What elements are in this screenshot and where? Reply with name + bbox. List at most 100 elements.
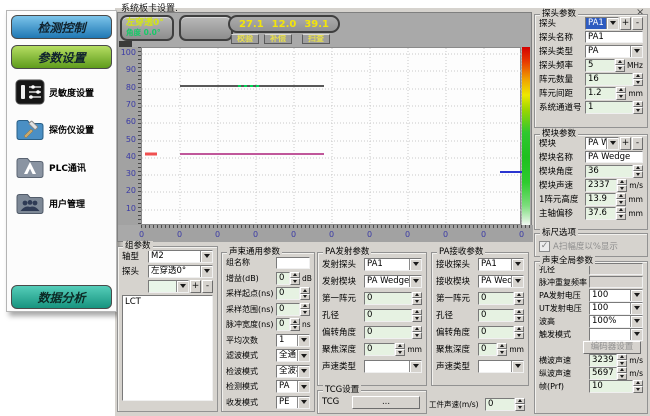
spin-down-icon[interactable] <box>514 315 524 322</box>
chevron-down-icon[interactable] <box>200 251 212 262</box>
spin-down-icon[interactable] <box>290 325 300 332</box>
chevron-down-icon[interactable] <box>511 259 523 270</box>
add-button[interactable]: + <box>620 17 631 30</box>
spin-down-icon[interactable] <box>633 386 643 393</box>
spinner-buttons[interactable] <box>615 59 625 72</box>
spinner-buttons[interactable] <box>290 272 300 285</box>
remove-button[interactable]: - <box>632 137 643 150</box>
element-pitch-stepper[interactable]: 1.2 <box>585 87 626 100</box>
spinner-buttons[interactable] <box>617 179 627 192</box>
gain-stepper[interactable]: 0 <box>276 272 300 285</box>
pa-voltage-dropdown[interactable]: 100 <box>589 289 643 302</box>
spin-down-icon[interactable] <box>633 79 643 86</box>
spinner-buttons[interactable] <box>514 292 524 305</box>
tx-aperture-stepper[interactable]: 0 <box>364 309 422 322</box>
ascan-percent-checkbox[interactable]: ✓ <box>539 241 550 252</box>
spin-down-icon[interactable] <box>615 65 625 72</box>
tx-velocity-type-dropdown[interactable] <box>364 360 422 373</box>
sidebar-detect-control-button[interactable]: 检测控制 <box>11 15 112 39</box>
spin-down-icon[interactable] <box>290 278 300 285</box>
spinner-buttons[interactable] <box>633 101 643 114</box>
spin-down-icon[interactable] <box>497 349 507 356</box>
ut-voltage-dropdown[interactable]: 100 <box>589 302 643 315</box>
spin-down-icon[interactable] <box>633 107 643 114</box>
sample-start-stepper[interactable]: 0 <box>276 287 310 300</box>
group-probe-dropdown[interactable]: 左穿透0° <box>148 265 213 278</box>
wedge-angle-stepper[interactable]: 36 <box>585 165 643 178</box>
remove-button[interactable]: - <box>632 17 643 30</box>
beam-mode-empty-button[interactable] <box>179 15 233 41</box>
spin-down-icon[interactable] <box>616 213 626 220</box>
spinner-buttons[interactable] <box>300 287 310 300</box>
spin-down-icon[interactable] <box>616 93 626 100</box>
sidebar-item-sensitivity[interactable]: 灵敏度设置 <box>15 77 115 107</box>
rx-deflect-angle-stepper[interactable]: 0 <box>478 326 524 339</box>
chevron-down-icon[interactable] <box>511 361 523 372</box>
chevron-down-icon[interactable] <box>511 276 523 287</box>
spin-down-icon[interactable] <box>617 185 627 192</box>
tx-first-element-stepper[interactable]: 0 <box>364 292 422 305</box>
rectify-mode-dropdown[interactable]: 全波检波 <box>276 365 310 378</box>
workpiece-velocity-stepper[interactable]: 0 <box>485 398 525 411</box>
shear-velocity-stepper[interactable]: 3239 <box>589 354 627 367</box>
tcg-button[interactable]: ... <box>352 396 420 409</box>
encoder-settings-button[interactable]: 编码器设置 <box>583 341 641 354</box>
chevron-down-icon[interactable] <box>630 290 642 301</box>
rx-focus-depth-stepper[interactable]: 0 <box>478 343 507 356</box>
calibrate-button[interactable]: 校验 <box>231 34 259 44</box>
spinner-buttons[interactable] <box>395 343 405 356</box>
group-extra-dropdown[interactable] <box>148 280 189 293</box>
average-count-dropdown[interactable]: 1 <box>276 334 310 347</box>
add-button[interactable]: + <box>190 280 201 293</box>
rx-probe-dropdown[interactable]: PA1 <box>478 258 524 271</box>
spinner-buttons[interactable] <box>633 73 643 86</box>
chevron-down-icon[interactable] <box>409 259 421 270</box>
frame-prf-stepper[interactable]: 10 <box>589 380 643 393</box>
chevron-down-icon[interactable] <box>297 397 309 408</box>
rx-first-element-stepper[interactable]: 0 <box>478 292 524 305</box>
spinner-buttons[interactable] <box>616 193 626 206</box>
probe-type-dropdown[interactable]: PA <box>585 45 643 58</box>
chevron-down-icon[interactable] <box>606 18 618 29</box>
test-mode-dropdown[interactable]: PA <box>276 380 310 393</box>
chevron-down-icon[interactable] <box>409 361 421 372</box>
group-name-input[interactable] <box>276 257 310 269</box>
spin-down-icon[interactable] <box>300 309 310 316</box>
spinner-buttons[interactable] <box>412 309 422 322</box>
chevron-down-icon[interactable] <box>297 335 309 346</box>
spinner-buttons[interactable] <box>633 165 643 178</box>
probe-select-dropdown[interactable]: PA1 <box>585 17 619 30</box>
beam-mode-button[interactable]: 左穿透0° 角度 0.0° <box>120 15 174 41</box>
scan-button[interactable]: 扫查 <box>302 34 330 44</box>
waveform-plot[interactable] <box>141 47 521 225</box>
filter-mode-dropdown[interactable]: 全通 <box>276 349 310 362</box>
chevron-down-icon[interactable] <box>409 276 421 287</box>
spinner-buttons[interactable] <box>514 326 524 339</box>
rx-aperture-stepper[interactable]: 0 <box>478 309 524 322</box>
pulse-width-stepper[interactable]: 0 <box>276 318 300 331</box>
tx-probe-dropdown[interactable]: PA1 <box>364 258 422 271</box>
spinner-buttons[interactable] <box>616 87 626 100</box>
wedge-select-dropdown[interactable]: PA Wedge <box>585 137 619 150</box>
sample-range-stepper[interactable]: 0 <box>276 303 310 316</box>
spinner-buttons[interactable] <box>412 326 422 339</box>
element-count-stepper[interactable]: 16 <box>585 73 643 86</box>
compensate-button[interactable]: 补偿 <box>264 34 292 44</box>
spinner-buttons[interactable] <box>616 207 626 220</box>
chevron-down-icon[interactable] <box>297 366 309 377</box>
spin-down-icon[interactable] <box>514 298 524 305</box>
rx-wedge-dropdown[interactable]: PA Wedge <box>478 275 524 288</box>
chevron-down-icon[interactable] <box>630 46 642 57</box>
rx-velocity-type-dropdown[interactable] <box>478 360 524 373</box>
sidebar-item-plc[interactable]: PLC通讯 <box>15 152 115 182</box>
chevron-down-icon[interactable] <box>630 303 642 314</box>
spin-down-icon[interactable] <box>412 315 422 322</box>
remove-button[interactable]: - <box>202 280 213 293</box>
spinner-buttons[interactable] <box>515 398 525 411</box>
spin-down-icon[interactable] <box>395 349 405 356</box>
longitudinal-velocity-stepper[interactable]: 5697 <box>589 367 627 380</box>
spin-down-icon[interactable] <box>300 294 310 301</box>
sidebar-item-flaw-detector[interactable]: 探伤仪设置 <box>15 114 115 144</box>
system-channel-stepper[interactable]: 1 <box>585 101 643 114</box>
spin-down-icon[interactable] <box>515 404 525 411</box>
